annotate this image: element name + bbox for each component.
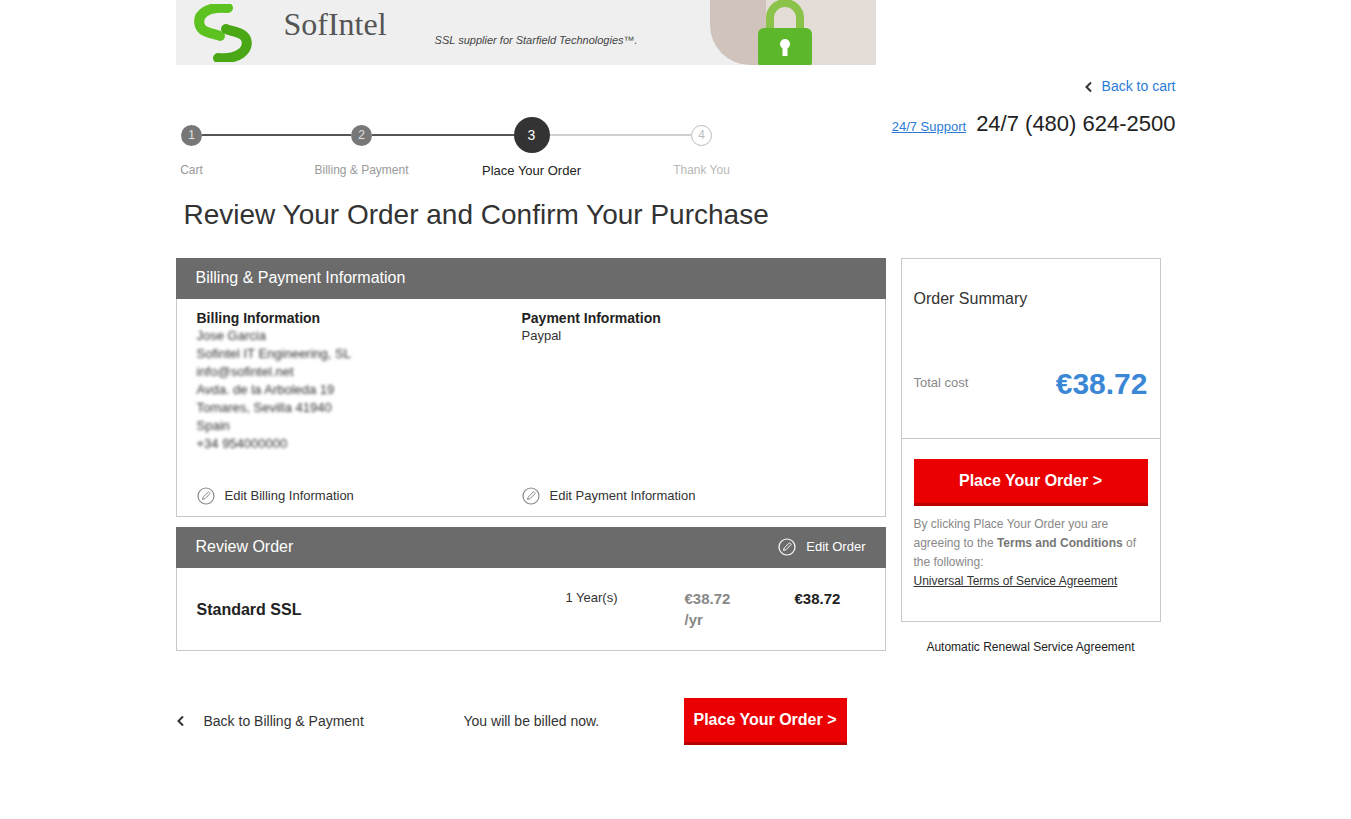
review-order-panel: Review OrderEdit OrderStandard SSL1 Year… xyxy=(176,527,886,651)
checkout-step: 1 Cart xyxy=(107,117,277,181)
banner: SofIntel SSL supplier for Starfield Techn… xyxy=(176,0,876,65)
step-label: Thank You xyxy=(673,161,730,179)
step-circle: 1 xyxy=(181,125,202,146)
page-heading: Review Your Order and Confirm Your Purch… xyxy=(184,197,1176,233)
edit-info-link[interactable]: Edit Billing Information xyxy=(197,456,522,506)
info-line: info@sofintel.net xyxy=(197,363,522,381)
support-link[interactable]: 24/7 Support xyxy=(892,117,966,137)
info-line: Sofintel IT Engineering, SL xyxy=(197,345,522,363)
step-circle: 4 xyxy=(691,125,712,146)
brand-name: SofIntel xyxy=(284,8,387,40)
terms-text: By clicking Place Your Order you are agr… xyxy=(914,515,1148,591)
order-summary-panel: Order Summary Total cost €38.72 Place Your … xyxy=(901,258,1161,622)
item-price: €38.72/yr xyxy=(685,588,795,630)
order-item-row: Standard SSL1 Year(s)€38.72/yr€38.72 xyxy=(177,568,885,650)
edit-pencil-icon xyxy=(522,487,540,505)
checkout-step: 2 Billing & Payment xyxy=(277,117,447,181)
chevron-left-icon xyxy=(176,715,186,727)
summary-title: Order Summary xyxy=(914,287,1148,311)
panel-header: Billing & Payment Information xyxy=(176,258,886,299)
info-line: Jose Garcia xyxy=(197,327,522,345)
support-phone: 24/7 (480) 624-2500 xyxy=(976,107,1175,140)
info-title: Payment Information xyxy=(522,309,865,327)
step-label: Place Your Order xyxy=(482,161,581,181)
info-line: Paypal xyxy=(522,327,865,345)
panel-header: Review OrderEdit Order xyxy=(176,527,886,568)
checkout-page: SofIntel SSL supplier for Starfield Techn… xyxy=(0,0,1351,819)
info-column: Billing InformationJose GarciaSofintel I… xyxy=(197,309,522,506)
info-line: Avda. de la Arboleda 19 xyxy=(197,381,522,399)
tagline: SSL supplier for Starfield Technologies™… xyxy=(435,32,638,49)
billed-note: You will be billed now. xyxy=(464,711,684,732)
info-line: Spain xyxy=(197,417,522,435)
edit-pencil-icon xyxy=(197,487,215,505)
padlock-photo xyxy=(706,0,876,65)
item-name: Standard SSL xyxy=(197,588,566,622)
step-label: Billing & Payment xyxy=(314,161,408,179)
padlock-icon xyxy=(750,0,820,65)
checkout-step: 4 Thank You xyxy=(617,117,787,181)
chevron-left-icon xyxy=(1084,81,1094,93)
back-to-cart-link[interactable]: Back to cart xyxy=(1084,76,1176,97)
step-label: Cart xyxy=(180,161,203,179)
info-line: Tomares, Sevilla 41940 xyxy=(197,399,522,417)
item-total: €38.72 xyxy=(795,588,841,609)
sofintel-logo-icon xyxy=(188,4,258,62)
item-term: 1 Year(s) xyxy=(566,588,685,608)
total-amount: €38.72 xyxy=(1056,361,1148,406)
checkout-stepper: 1 Cart 2 Billing & Payment 3 Place Your Order… xyxy=(107,117,787,181)
total-label: Total cost xyxy=(914,373,969,393)
info-line: +34 954000000 xyxy=(197,435,522,453)
support-info: 24/7 Support 24/7 (480) 624-2500 xyxy=(892,107,1176,140)
place-order-button[interactable]: Place Your Order > xyxy=(684,698,847,745)
step-circle: 2 xyxy=(351,125,372,146)
place-order-button[interactable]: Place Your Order > xyxy=(914,459,1148,506)
renewal-agreement-link[interactable]: Automatic Renewal Service Agreement xyxy=(926,638,1134,656)
info-title: Billing Information xyxy=(197,309,522,327)
terms-link[interactable]: Universal Terms of Service Agreement xyxy=(914,574,1118,588)
info-column: Payment InformationPaypal Edit Payment In… xyxy=(522,309,865,506)
edit-pencil-icon xyxy=(778,538,796,556)
footer-actions: Back to Billing & PaymentYou will be bil… xyxy=(176,698,1176,745)
edit-info-link[interactable]: Edit Payment Information xyxy=(522,456,865,506)
checkout-step: 3 Place Your Order xyxy=(447,117,617,181)
billing-payment-panel: Billing & Payment Information Billing Inf… xyxy=(176,258,886,517)
edit-order-link[interactable]: Edit Order xyxy=(778,537,865,557)
back-to-billing-link[interactable]: Back to Billing & Payment xyxy=(176,711,464,732)
step-circle: 3 xyxy=(514,117,550,153)
